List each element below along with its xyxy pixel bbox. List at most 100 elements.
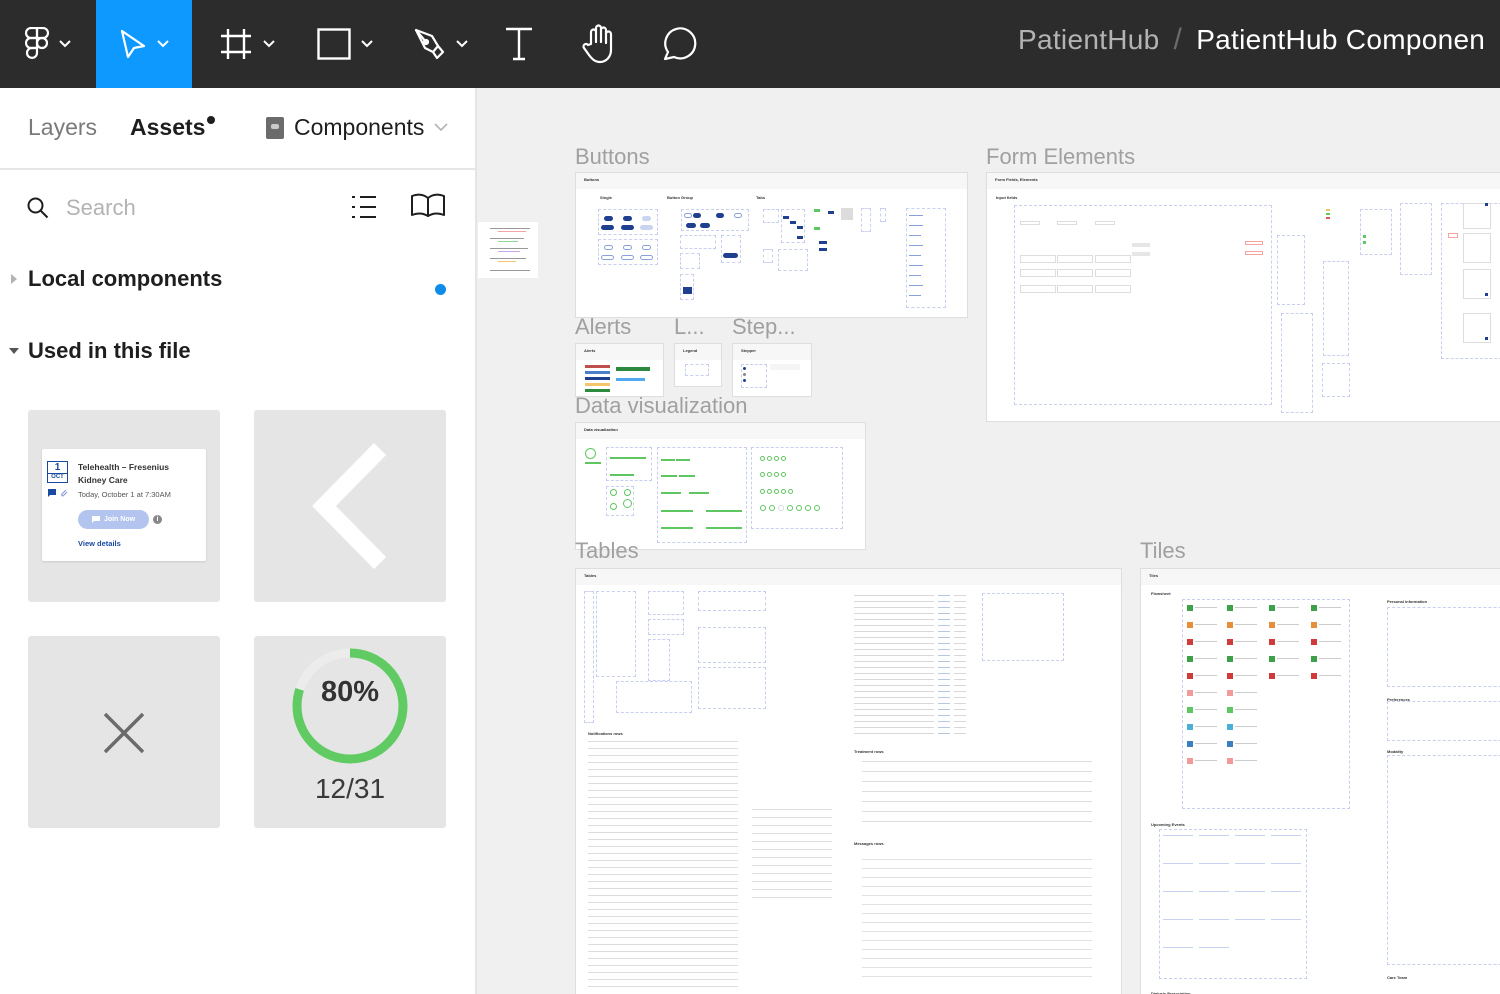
component-thumb-close[interactable] (28, 636, 220, 828)
mini-row (954, 691, 966, 692)
frame-label-buttons[interactable]: Buttons (575, 144, 650, 170)
text-tool-button[interactable] (496, 0, 542, 88)
mini-row (862, 967, 1092, 968)
frame-label-tables[interactable]: Tables (575, 538, 639, 564)
tile-icon (1187, 724, 1193, 730)
frame-label-data-visualization[interactable]: Data visualization (575, 393, 747, 419)
frame-label-alerts[interactable]: Alerts (575, 314, 631, 340)
library-dropdown[interactable]: Components (266, 114, 448, 141)
mini-row (862, 811, 1092, 812)
tile-icon (1227, 758, 1233, 764)
frame-header: Tiles (1141, 569, 1500, 585)
tab-layers[interactable]: Layers (28, 114, 97, 141)
mini-row (854, 679, 934, 680)
frame-stepper[interactable]: Stepper (732, 343, 812, 397)
pen-nib-icon (414, 28, 445, 60)
hand-tool-button[interactable] (574, 0, 624, 88)
frame-buttons[interactable]: Buttons Single Button Group Tabs (575, 172, 968, 318)
frame-label-stepper[interactable]: Step... (732, 314, 796, 340)
frame-alerts[interactable]: Alerts (575, 343, 664, 397)
component-thumb-progress-ring[interactable]: 80% 12/31 (254, 636, 446, 828)
mini-row (588, 867, 738, 868)
mini-row (862, 922, 1092, 923)
mini-row (854, 595, 934, 596)
chevron-down-icon (59, 40, 71, 48)
search-row (0, 172, 475, 244)
caret-down-icon (0, 347, 28, 355)
mini-row (938, 709, 950, 710)
mini-row (938, 619, 950, 620)
shape-tool-button[interactable] (302, 0, 388, 88)
component-thumb-chevron-left[interactable] (254, 410, 446, 602)
local-components-section[interactable]: Local components (0, 266, 222, 292)
mini-row (854, 625, 934, 626)
mini-row (954, 595, 966, 596)
info-icon: i (153, 515, 162, 524)
mini-row (752, 857, 832, 858)
mini-row (588, 797, 738, 798)
search-input[interactable] (66, 192, 326, 224)
mini-row (588, 916, 738, 917)
mini-row (588, 755, 738, 756)
tile-text (1277, 624, 1299, 625)
mini-row (588, 972, 738, 973)
mini-row (588, 965, 738, 966)
mini-row (588, 811, 738, 812)
tile-icon (1269, 622, 1275, 628)
frame-tool-button[interactable] (204, 0, 290, 88)
mini-row (938, 727, 950, 728)
mini-row (588, 895, 738, 896)
frame-header: Tables (576, 569, 1121, 585)
tile-text (1235, 726, 1257, 727)
used-in-file-section[interactable]: Used in this file (0, 338, 191, 364)
tile-text (1195, 607, 1217, 608)
breadcrumb-file-name[interactable]: PatientHub Componen (1196, 24, 1485, 56)
frame-tables[interactable]: Tables Notifications rows Treatment rows… (575, 568, 1122, 994)
move-tool-button[interactable] (96, 0, 192, 88)
tab-assets[interactable]: Assets (130, 114, 216, 141)
breadcrumb-project[interactable]: PatientHub (1018, 24, 1160, 56)
mini-row (862, 958, 1092, 959)
tile-icon (1227, 707, 1233, 713)
mini-row (954, 733, 966, 734)
mini-row (752, 841, 832, 842)
subsection-label: Notifications rows (588, 731, 623, 736)
comment-tool-button[interactable] (654, 0, 704, 88)
mini-row (954, 721, 966, 722)
tile-icon (1187, 639, 1193, 645)
component-thumb-event-card[interactable]: 1 OCT Telehealth – Fresenius Kidney Care… (28, 410, 220, 602)
mini-row (938, 697, 950, 698)
tile-icon (1227, 690, 1233, 696)
pen-tool-button[interactable] (398, 0, 484, 88)
frame-header: Stepper (733, 344, 811, 360)
mini-row (954, 607, 966, 608)
mini-row (938, 703, 950, 704)
list-view-icon (352, 196, 376, 218)
text-t-icon (506, 27, 532, 61)
frame-legend[interactable]: Legend (674, 343, 722, 387)
frame-label-tiles[interactable]: Tiles (1140, 538, 1186, 564)
frame-data-visualization[interactable]: Data visualization (575, 422, 866, 550)
mini-row (854, 649, 934, 650)
mini-row (854, 673, 934, 674)
calendar-date-icon: 1 OCT (47, 461, 68, 483)
tile-icon (1311, 639, 1317, 645)
frame-label-form-elements[interactable]: Form Elements (986, 144, 1135, 170)
mini-row (854, 703, 934, 704)
design-canvas[interactable]: Buttons Buttons Single Button Group Tabs (478, 88, 1500, 994)
tile-text (1195, 641, 1217, 642)
mini-row (954, 655, 966, 656)
main-menu-button[interactable] (0, 0, 96, 88)
chevron-down-icon (456, 40, 468, 48)
frame-tiles[interactable]: Tiles Flowsheet Personal information Pre… (1140, 568, 1500, 994)
mini-row (854, 685, 934, 686)
tab-assets-label: Assets (130, 114, 206, 140)
rectangle-icon (317, 28, 351, 60)
frame-label-legend[interactable]: L... (674, 314, 705, 340)
mini-row (862, 904, 1092, 905)
join-now-button: Join Now (78, 510, 149, 529)
breakpoints-frame[interactable] (478, 222, 538, 278)
frame-form-elements[interactable]: Form Fields, Elements Input fields (986, 172, 1500, 422)
mini-row (954, 649, 966, 650)
tile-text (1277, 641, 1299, 642)
